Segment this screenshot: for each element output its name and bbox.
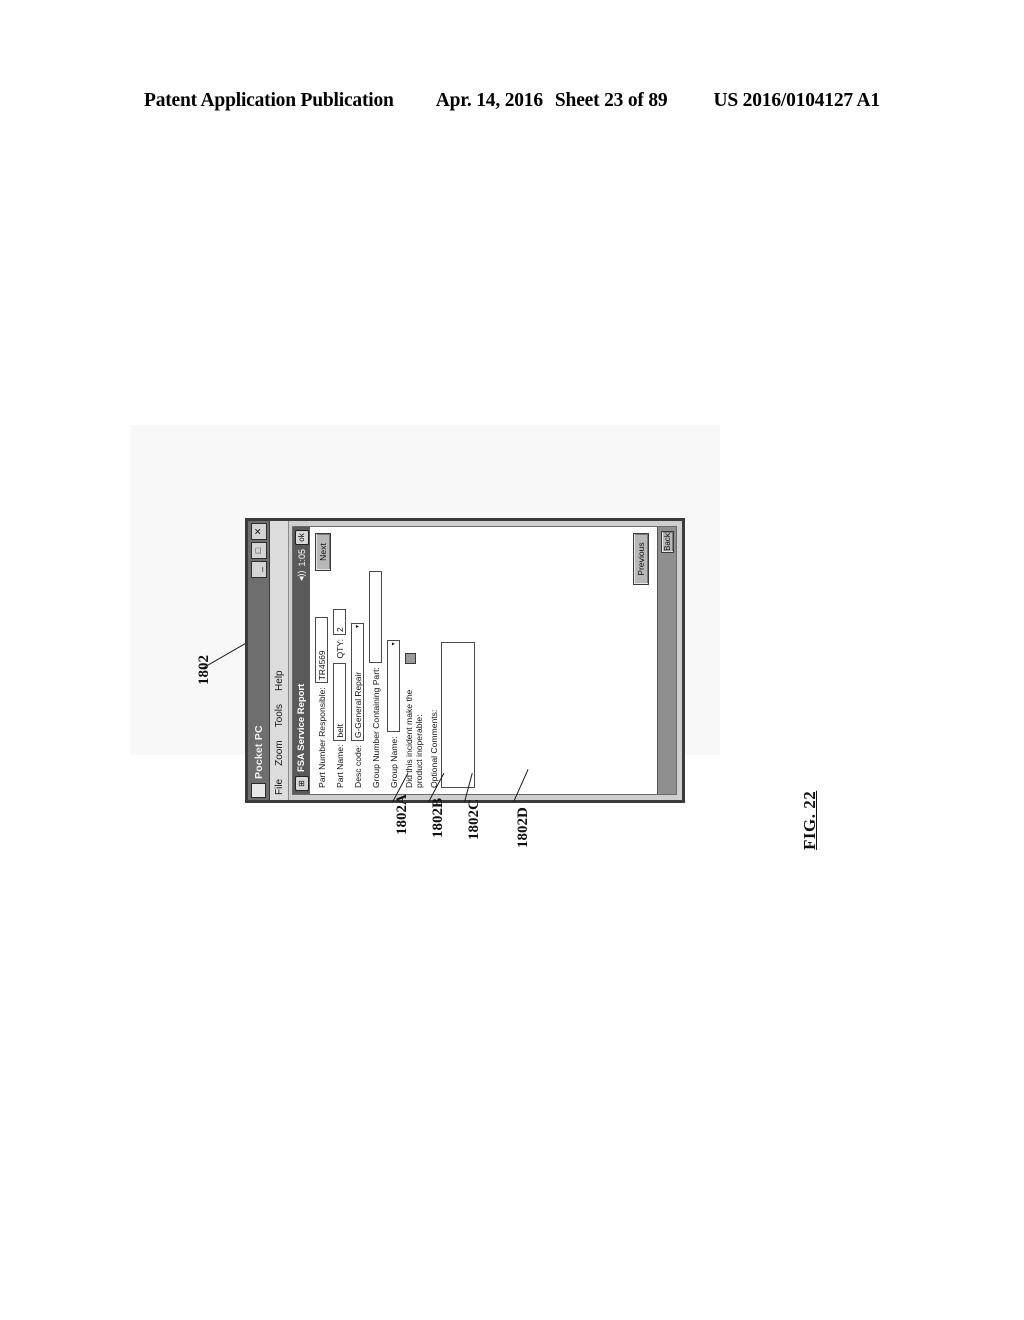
clock-label: 1:05 bbox=[296, 549, 307, 567]
speaker-icon[interactable]: ◂)) bbox=[296, 571, 307, 582]
ok-button[interactable]: ok bbox=[294, 530, 309, 545]
callout-1802D: 1802D bbox=[515, 807, 531, 848]
back-button[interactable]: Back bbox=[660, 531, 674, 553]
sheet-number: Sheet 23 of 89 bbox=[554, 90, 668, 111]
textarea-optional-comments[interactable] bbox=[441, 642, 476, 788]
pda-screen: ⊞ FSA Service Report ◂)) 1:05 ok Part Nu… bbox=[292, 526, 677, 795]
figure-22: 1802 Pocket PC _ □ ✕ File Zoom Tools Hel… bbox=[0, 400, 1024, 920]
pda-status-bar: ⊞ FSA Service Report ◂)) 1:05 ok bbox=[293, 527, 310, 794]
label-inoperable: Did this incident make the product inope… bbox=[404, 689, 424, 788]
menu-item-help[interactable]: Help bbox=[274, 670, 285, 691]
label-part-number-responsible: Part Number Responsible: bbox=[316, 687, 327, 788]
label-qty: QTY: bbox=[334, 638, 345, 659]
label-desc-code: Desc code: bbox=[352, 745, 363, 788]
next-button[interactable]: Next bbox=[315, 533, 331, 571]
emulator-menubar: File Zoom Tools Help bbox=[270, 521, 289, 800]
publication-number: US 2016/0104127 A1 bbox=[713, 90, 880, 111]
callout-1802B: 1802B bbox=[430, 797, 446, 838]
row-part-number-responsible: Part Number Responsible: TR4569 bbox=[315, 533, 328, 788]
minimize-icon[interactable]: _ bbox=[250, 561, 267, 578]
row-desc-code: Desc code: G-General Repair ▾ bbox=[351, 533, 364, 788]
previous-button[interactable]: Previous bbox=[633, 533, 649, 585]
select-desc-code-value: G-General Repair bbox=[352, 671, 363, 738]
device-rotation-wrapper: Pocket PC _ □ ✕ File Zoom Tools Help ⊞ F… bbox=[245, 518, 685, 803]
window-controls: _ □ ✕ bbox=[250, 523, 267, 578]
close-icon[interactable]: ✕ bbox=[250, 523, 267, 540]
publication-date-sheet: Apr. 14, 2016 Sheet 23 of 89 bbox=[436, 90, 668, 112]
publication-title: Patent Application Publication bbox=[144, 90, 394, 111]
select-desc-code[interactable]: G-General Repair ▾ bbox=[351, 623, 364, 741]
fsa-service-report-form: Part Number Responsible: TR4569 Part Nam… bbox=[310, 527, 657, 794]
label-part-name: Part Name: bbox=[334, 744, 345, 788]
label-group-name: Group Name: bbox=[388, 736, 399, 788]
label-group-number: Group Number Containing Part: bbox=[370, 667, 381, 788]
chevron-down-icon: ▾ bbox=[355, 625, 361, 629]
callout-1802: 1802 bbox=[196, 655, 212, 685]
figure-label: FIG. 22 bbox=[800, 790, 819, 850]
pocket-pc-emulator-window: Pocket PC _ □ ✕ File Zoom Tools Help ⊞ F… bbox=[245, 518, 685, 803]
start-menu-icon[interactable]: ⊞ bbox=[294, 776, 309, 791]
select-group-name[interactable]: ▾ bbox=[387, 640, 400, 733]
menu-item-zoom[interactable]: Zoom bbox=[274, 740, 285, 766]
row-group-name: Group Name: ▾ bbox=[387, 533, 400, 788]
input-part-number-responsible[interactable]: TR4569 bbox=[315, 617, 328, 684]
input-qty[interactable]: 2 bbox=[333, 608, 346, 635]
row-optional-comments: Optional Comments: bbox=[429, 533, 476, 788]
emulator-titlebar: Pocket PC _ □ ✕ bbox=[248, 521, 270, 800]
chevron-down-icon-group: ▾ bbox=[391, 642, 397, 646]
callout-1802C: 1802C bbox=[466, 799, 482, 840]
input-group-number[interactable] bbox=[369, 571, 382, 664]
callout-1802A: 1802A bbox=[394, 794, 410, 835]
pda-bottom-bar: Back bbox=[657, 527, 676, 794]
row-inoperable: Did this incident make the product inope… bbox=[404, 533, 424, 788]
checkbox-inoperable[interactable] bbox=[405, 653, 416, 664]
app-icon bbox=[251, 783, 266, 798]
row-group-number: Group Number Containing Part: bbox=[369, 533, 382, 788]
emulator-window-title: Pocket PC bbox=[252, 725, 265, 779]
menu-item-file[interactable]: File bbox=[274, 779, 285, 795]
maximize-icon[interactable]: □ bbox=[250, 542, 267, 559]
publication-date: Apr. 14, 2016 bbox=[435, 90, 543, 111]
menu-item-tools[interactable]: Tools bbox=[274, 704, 285, 727]
row-part-name: Part Name: belt QTY: 2 bbox=[333, 533, 346, 788]
label-optional-comments: Optional Comments: bbox=[429, 709, 440, 788]
input-part-name[interactable]: belt bbox=[333, 662, 346, 741]
screen-title: FSA Service Report bbox=[296, 683, 307, 772]
publication-header: Patent Application Publication Apr. 14, … bbox=[0, 84, 1024, 118]
